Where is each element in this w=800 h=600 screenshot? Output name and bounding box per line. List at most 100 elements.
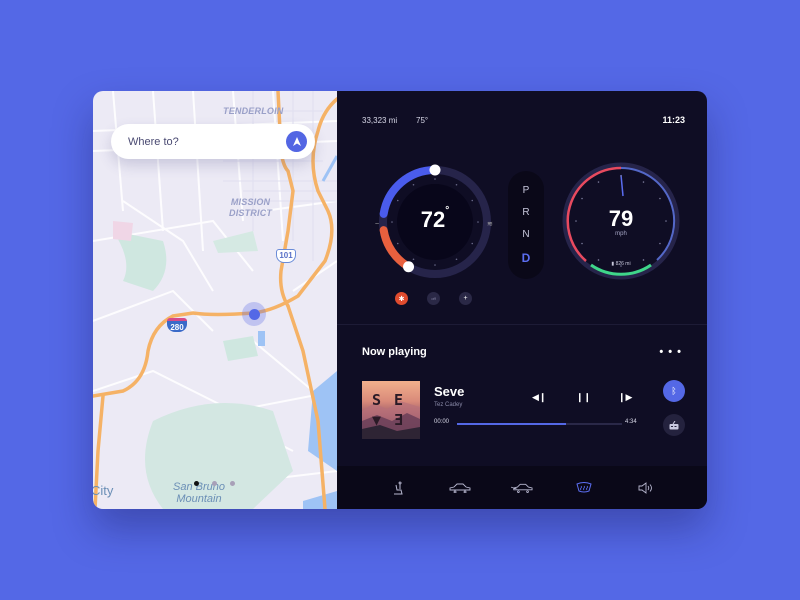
bluetooth-icon: ᛒ [671, 386, 677, 396]
odometer: 33,323 mi [362, 116, 398, 125]
climate-tick [434, 178, 436, 180]
divider [337, 324, 707, 325]
climate-tick [412, 183, 415, 186]
speedometer: 79 mph ▮ 826 mi [562, 162, 680, 280]
label-tenderloin: TENDERLOIN [223, 106, 284, 116]
speedo-tick [597, 181, 600, 183]
heat-icon: ✱ [398, 295, 405, 303]
navigation-button[interactable] [286, 131, 307, 152]
climate-dial[interactable]: ~ ≋ 72° [370, 157, 500, 287]
time-total: 4:34 [625, 419, 637, 425]
next-button[interactable]: ❙▶ [618, 392, 632, 403]
shield-i280: 280 [167, 318, 187, 332]
gear-r[interactable]: R [522, 207, 529, 218]
search-input[interactable]: Where to? [128, 136, 179, 148]
previous-button[interactable]: ◀❙ [532, 392, 546, 403]
speed-needle [620, 174, 624, 197]
bluetooth-button[interactable]: ᛒ [663, 380, 685, 402]
pager-dot-active[interactable] [194, 481, 199, 486]
gear-selector[interactable]: P R N D [508, 171, 544, 279]
speedo-tick [659, 242, 661, 245]
gear-p[interactable]: P [523, 185, 530, 196]
heat-button[interactable]: ✱ [395, 292, 408, 305]
pause-icon: ❙❙ [576, 392, 592, 402]
speedo-tick [581, 197, 583, 200]
time-current: 00:00 [434, 419, 450, 425]
speed-value: 79 [608, 206, 634, 231]
climate-tick [412, 258, 415, 261]
climate-tick [455, 258, 458, 261]
speedo-tick [620, 175, 622, 177]
speed-unit: mph [615, 231, 627, 237]
volume-button[interactable] [635, 480, 657, 496]
volume-icon [638, 481, 652, 494]
album-letter: S [372, 391, 382, 409]
pager-dot[interactable] [212, 481, 217, 486]
climate-tick [434, 264, 436, 266]
car-rear-icon [511, 483, 533, 493]
degree-symbol: ° [445, 205, 450, 216]
label-mission-line1: MISSION [230, 197, 271, 207]
climate-tick [396, 199, 399, 202]
car-dashboard: TENDERLOIN MISSION DISTRICT San Bruno Mo… [93, 91, 707, 509]
radio-button[interactable] [663, 414, 685, 436]
battery-range-value: 826 mi [615, 261, 631, 267]
current-location-marker[interactable] [242, 302, 266, 326]
off-button[interactable]: off [427, 292, 440, 305]
dashboard-panel: 33,323 mi 75° 11:23 ~ ≋ 72° ✱ off + P R … [337, 91, 707, 509]
speedo-tick [659, 197, 661, 200]
heat-knob[interactable] [403, 261, 415, 273]
navigation-arrow-icon [292, 137, 301, 146]
car-front-button[interactable] [449, 480, 471, 496]
album-letter: Ǝ [394, 411, 404, 429]
album-letter: ▼ [372, 411, 382, 429]
seat-button[interactable] [387, 480, 409, 496]
label-san-bruno-line2: Mountain [176, 493, 222, 505]
song-title: Seve [434, 384, 465, 399]
add-button[interactable]: + [459, 292, 472, 305]
defrost-button[interactable] [573, 480, 595, 496]
pager-dot[interactable] [230, 481, 235, 486]
map-panel[interactable]: TENDERLOIN MISSION DISTRICT San Bruno Mo… [93, 91, 337, 509]
cabin-temperature: 72° [370, 205, 500, 233]
speedo-tick [581, 242, 583, 245]
defrost-icon [576, 482, 592, 493]
climate-tick [471, 199, 474, 202]
progress-fill [457, 423, 566, 425]
shield-us101: 101 [276, 249, 296, 263]
previous-icon: ◀❙ [532, 392, 547, 402]
radio-icon [669, 420, 679, 429]
album-art: S E ▼ Ǝ [362, 381, 420, 439]
bottom-bar [337, 466, 707, 509]
progress-bar[interactable] [457, 423, 622, 425]
next-icon: ❙▶ [618, 392, 633, 402]
label-mission-district: MISSION DISTRICT [229, 197, 272, 219]
label-city: City [93, 483, 114, 498]
climate-tick [471, 242, 474, 245]
gear-n[interactable]: N [522, 229, 529, 240]
search-bar[interactable]: Where to? [111, 124, 315, 159]
artist-name: Tez Cadey [434, 402, 463, 408]
gear-d[interactable]: D [522, 251, 531, 265]
album-letter: E [394, 391, 404, 409]
battery-range: ▮ 826 mi [562, 261, 680, 267]
off-label: off [431, 296, 436, 301]
now-playing-title: Now playing [362, 346, 427, 358]
climate-buttons: ✱ off + [395, 292, 472, 305]
more-dots-icon[interactable]: • • • [659, 346, 682, 358]
plus-icon: + [463, 295, 468, 302]
clock: 11:23 [662, 115, 685, 125]
pause-button[interactable]: ❙❙ [576, 392, 591, 403]
label-mission-line2: DISTRICT [229, 208, 273, 218]
seat-icon [394, 481, 403, 494]
climate-tick [455, 183, 458, 186]
speedo-tick [642, 181, 645, 183]
album-mountains [362, 401, 420, 439]
climate-tick [396, 242, 399, 245]
cabin-temperature-value: 72 [420, 207, 446, 232]
car-front-icon [449, 483, 471, 493]
outside-temperature: 75° [416, 116, 429, 125]
car-rear-button[interactable] [511, 480, 533, 496]
label-san-bruno: San Bruno Mountain [173, 481, 225, 505]
cool-knob[interactable] [429, 164, 441, 176]
